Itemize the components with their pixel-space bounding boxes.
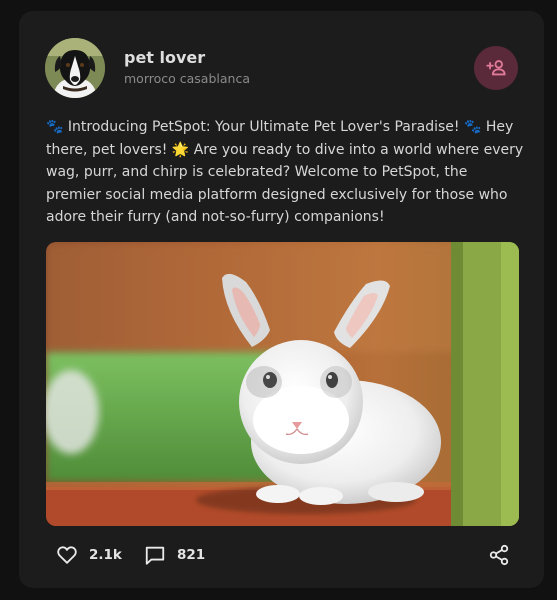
share-button[interactable] (488, 544, 510, 566)
post-image[interactable] (46, 242, 519, 526)
like-count: 2.1k (89, 547, 122, 563)
post-card: pet lover morroco casablanca 🐾 Introduci… (19, 11, 544, 588)
white-rabbit-photo-icon (46, 242, 519, 526)
follow-button[interactable] (474, 46, 518, 90)
share-icon (489, 544, 509, 566)
dog-avatar-icon (45, 38, 105, 98)
add-user-icon (486, 60, 506, 76)
comment-button[interactable]: 821 (144, 543, 205, 567)
post-text: 🐾 Introducing PetSpot: Your Ultimate Pet… (46, 119, 524, 225)
like-button[interactable]: 2.1k (56, 543, 122, 567)
comment-icon (145, 546, 165, 565)
comment-count: 821 (177, 547, 206, 563)
author-avatar[interactable] (45, 38, 105, 98)
heart-icon (57, 546, 77, 564)
author-location: morroco casablanca (124, 71, 250, 86)
author-name[interactable]: pet lover (124, 48, 205, 67)
